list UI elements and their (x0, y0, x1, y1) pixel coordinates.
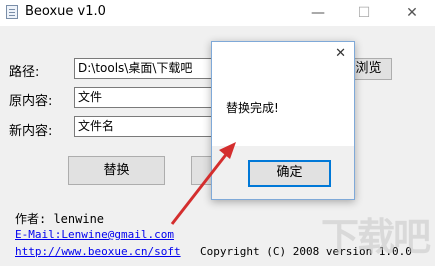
annotation-arrow-layer (170, 142, 236, 225)
annotation-arrow-shaft (170, 151, 230, 225)
annotation-arrow-head (219, 142, 236, 159)
